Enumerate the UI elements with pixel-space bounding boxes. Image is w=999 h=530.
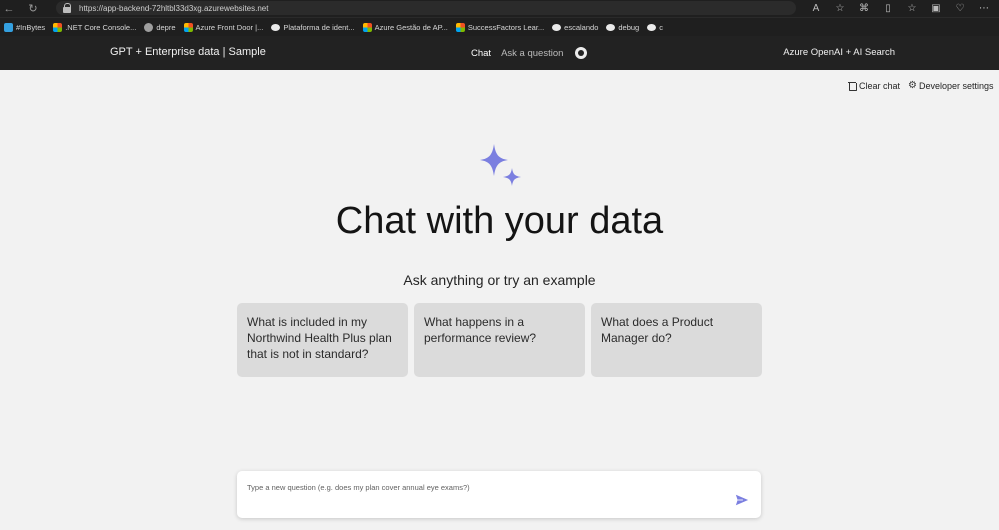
bookmark-favicon-icon (271, 23, 281, 31)
bookmark-label: debug (618, 22, 640, 32)
split-screen-icon[interactable]: ▯ (881, 3, 895, 14)
bookmark-favicon-icon (552, 23, 562, 31)
header-right-label: Azure OpenAI + AI Search (783, 47, 895, 58)
example-list: What is included in my Northwind Health … (237, 303, 762, 377)
browser-actions: A ☆ ⌘ ▯ ☆ ▣ ♡ ⋯ (809, 0, 991, 17)
gear-icon: ⚙ (908, 80, 917, 91)
example-card[interactable]: What is included in my Northwind Health … (237, 303, 408, 377)
bookmark-favicon-icon (53, 22, 63, 32)
bookmark-label: .NET Core Console... (65, 22, 137, 32)
hero-subtitle: Ask anything or try an example (403, 272, 596, 288)
bookmark-favicon-icon (606, 23, 616, 31)
bookmark-item[interactable]: debug (606, 23, 639, 32)
favorite-icon[interactable]: ☆ (833, 3, 847, 14)
bookmark-item[interactable]: escalando (552, 23, 598, 32)
read-aloud-icon[interactable]: A (809, 3, 823, 14)
bookmark-item[interactable]: SuccessFactors Lear... (455, 22, 545, 32)
bookmark-label: depre (156, 22, 176, 32)
app-nav: Chat Ask a question (471, 47, 588, 59)
hero-title: Chat with your data (335, 200, 664, 242)
nav-chat[interactable]: Chat (471, 48, 491, 59)
bookmark-item[interactable]: Plataforma de ident... (271, 22, 355, 32)
favorites-bar-icon[interactable]: ☆ (905, 3, 919, 14)
bookmark-label: #InBytes (16, 22, 46, 32)
lock-icon (61, 2, 73, 14)
bookmark-item[interactable]: Azure Front Door |... (183, 22, 264, 32)
bookmark-favicon-icon (362, 22, 372, 32)
sparkle-icon (480, 144, 521, 186)
bookmark-favicon-icon (455, 22, 465, 32)
bookmark-item[interactable]: .NET Core Console... (53, 22, 137, 32)
address-bar[interactable]: https://app-backend-72hltbl33d3xg.azurew… (56, 1, 796, 15)
bookmarks-bar: #InBytes .NET Core Console... depre Azure F… (0, 17, 999, 36)
bookmark-favicon-icon (4, 22, 13, 32)
bookmark-item[interactable]: depre (144, 22, 176, 32)
github-icon[interactable] (575, 47, 588, 59)
bookmark-label: c (659, 22, 663, 32)
bookmark-label: SuccessFactors Lear... (467, 22, 545, 32)
browser-toolbar: ← ↻ https://app-backend-72hltbl33d3xg.az… (0, 0, 999, 17)
app-header: GPT + Enterprise data | Sample Chat Ask … (0, 36, 999, 70)
more-icon[interactable]: ⋯ (977, 3, 991, 14)
bookmark-item[interactable]: #InBytes (4, 22, 46, 32)
bookmark-favicon-icon (144, 22, 154, 32)
back-icon[interactable]: ← (0, 0, 18, 17)
example-card[interactable]: What happens in a performance review? (414, 303, 585, 377)
developer-settings-button[interactable]: ⚙ Developer settings (908, 80, 994, 92)
clear-chat-button[interactable]: Clear chat (848, 81, 900, 91)
health-icon[interactable]: ♡ (953, 3, 967, 14)
clear-chat-label: Clear chat (859, 81, 901, 91)
example-card[interactable]: What does a Product Manager do? (591, 303, 762, 377)
extensions-icon[interactable]: ⌘ (857, 3, 871, 14)
bookmark-item[interactable]: c (647, 23, 663, 32)
bookmark-favicon-icon (183, 22, 193, 32)
bookmark-label: Azure Gestão de AP... (374, 22, 448, 32)
question-box (237, 471, 761, 518)
url-text: https://app-backend-72hltbl33d3xg.azurew… (79, 3, 269, 13)
bookmark-item[interactable]: Azure Gestão de AP... (362, 22, 448, 32)
trash-icon (848, 81, 857, 91)
bookmark-favicon-icon (647, 23, 657, 31)
bookmark-label: Azure Front Door |... (195, 22, 264, 32)
collections-icon[interactable]: ▣ (929, 3, 943, 14)
refresh-icon[interactable]: ↻ (24, 0, 42, 17)
nav-ask-question[interactable]: Ask a question (501, 48, 563, 59)
app-title[interactable]: GPT + Enterprise data | Sample (110, 46, 266, 58)
send-icon[interactable] (735, 493, 749, 507)
question-input[interactable] (247, 479, 717, 495)
developer-settings-label: Developer settings (918, 81, 994, 91)
bookmark-label: escalando (564, 22, 599, 32)
bookmark-label: Plataforma de ident... (283, 22, 355, 32)
